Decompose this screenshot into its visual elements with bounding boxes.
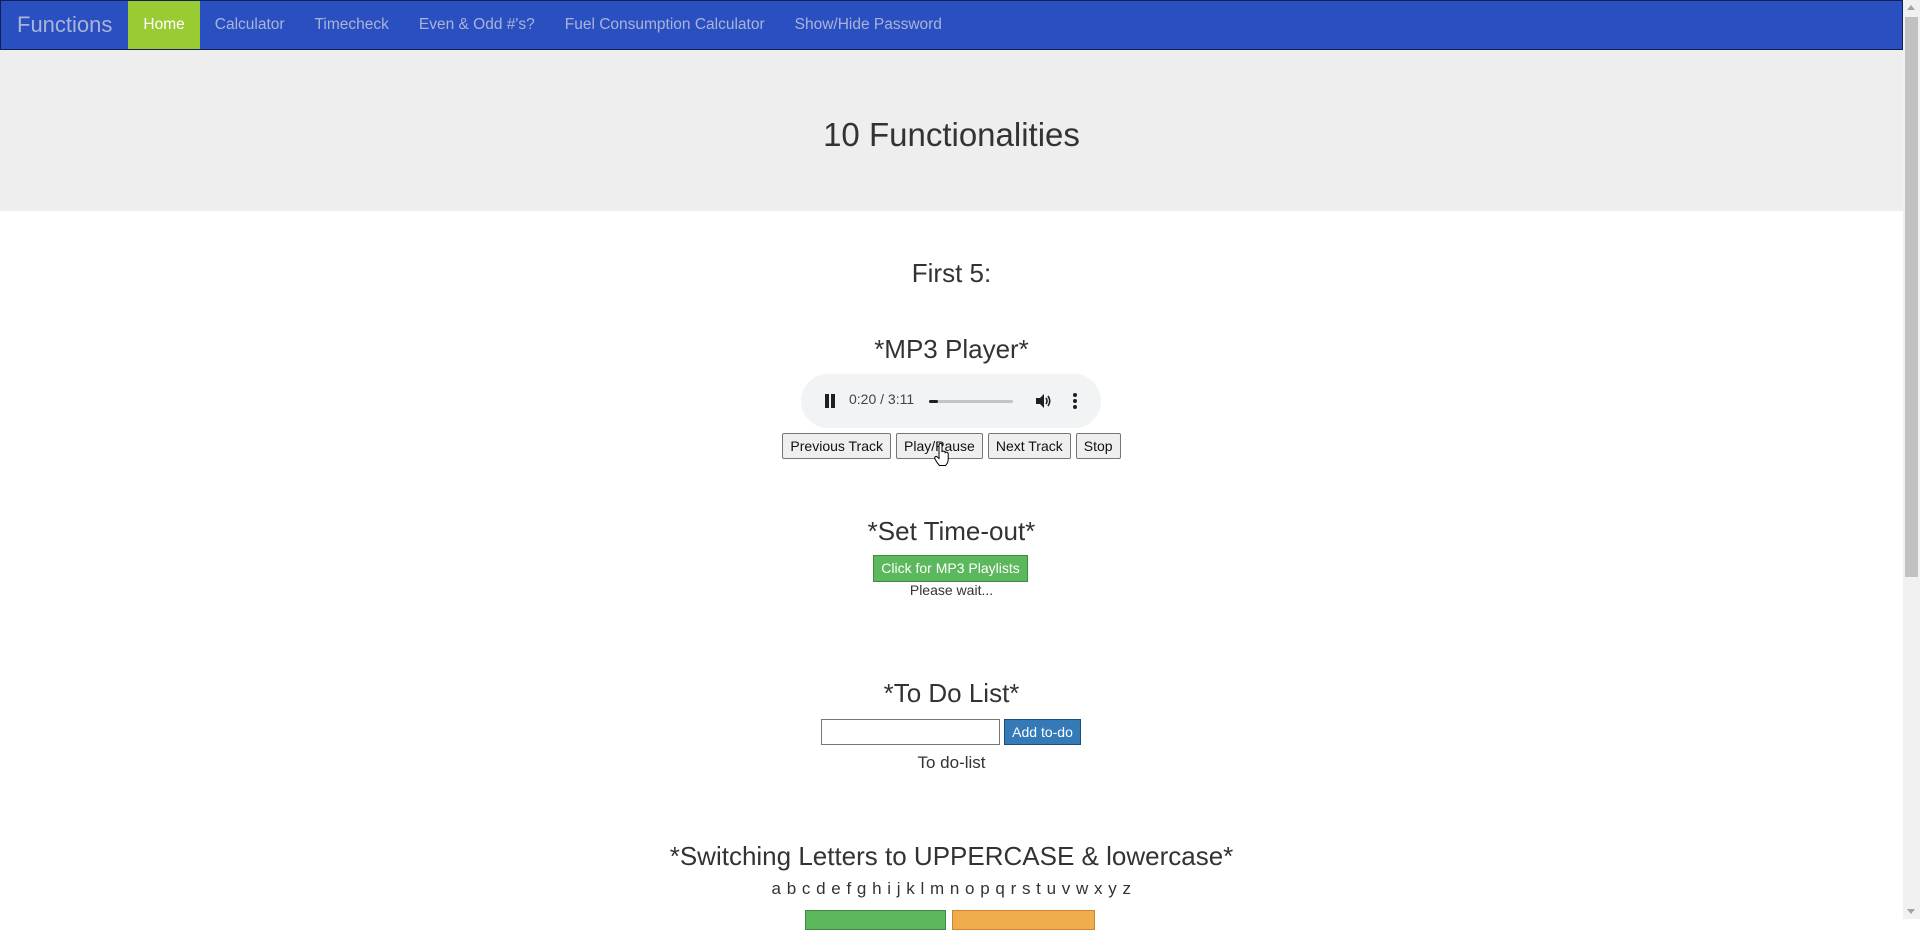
scroll-up-icon[interactable] <box>1907 5 1915 10</box>
stop-button[interactable]: Stop <box>1075 433 1121 459</box>
audio-progress-fill <box>929 400 938 403</box>
todo-input[interactable] <box>821 719 1000 745</box>
nav-item-fuel-calculator[interactable]: Fuel Consumption Calculator <box>550 1 780 49</box>
scroll-thumb[interactable] <box>1905 17 1918 577</box>
nav-item-show-hide-password[interactable]: Show/Hide Password <box>780 1 957 49</box>
volume-icon[interactable] <box>1033 391 1053 411</box>
hand-cursor-icon <box>934 442 950 467</box>
section-heading: First 5: <box>911 258 992 288</box>
top-navbar: Functions Home Calculator Timecheck Even… <box>0 0 1903 50</box>
pause-icon[interactable] <box>823 394 837 408</box>
nav-item-even-odd[interactable]: Even & Odd #'s? <box>404 1 550 49</box>
uppercase-button[interactable] <box>805 910 946 930</box>
mp3-playlists-button[interactable]: Click for MP3 Playlists <box>873 555 1028 582</box>
next-track-button[interactable]: Next Track <box>987 433 1071 459</box>
nav-item-timecheck[interactable]: Timecheck <box>300 1 404 49</box>
audio-time: 0:20 / 3:11 <box>849 391 915 407</box>
more-options-icon[interactable] <box>1072 391 1078 411</box>
timeout-status-text: Please wait... <box>909 582 994 598</box>
mp3-player-heading: *MP3 Player* <box>874 334 1029 364</box>
previous-track-button[interactable]: Previous Track <box>782 433 892 459</box>
nav-item-calculator[interactable]: Calculator <box>200 1 300 49</box>
audio-player: 0:20 / 3:11 <box>801 374 1101 428</box>
lowercase-button[interactable] <box>952 910 1095 930</box>
alphabet-text: a b c d e f g h i j k l m n o p q r s t … <box>771 879 1132 898</box>
jumbotron: 10 Functionalities <box>0 50 1903 211</box>
todo-list-label: To do-list <box>917 753 986 772</box>
scroll-down-icon[interactable] <box>1907 909 1915 914</box>
nav-item-home[interactable]: Home <box>128 1 200 49</box>
vertical-scrollbar[interactable] <box>1903 0 1920 919</box>
todo-list-heading: *To Do List* <box>883 678 1020 708</box>
case-switch-heading: *Switching Letters to UPPERCASE & lowerc… <box>669 841 1234 871</box>
add-todo-button[interactable]: Add to-do <box>1004 719 1081 745</box>
audio-progress-slider[interactable] <box>929 400 1013 403</box>
page-title: 10 Functionalities <box>823 116 1080 153</box>
set-timeout-heading: *Set Time-out* <box>867 516 1036 546</box>
mp3-controls: Previous Track Play/Pause Next Track Sto… <box>0 433 1903 459</box>
navbar-brand[interactable]: Functions <box>1 1 128 49</box>
